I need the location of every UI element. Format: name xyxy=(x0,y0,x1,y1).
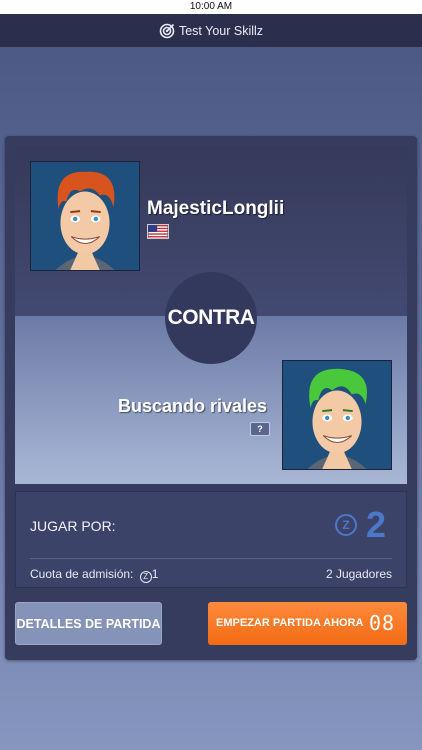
countdown-timer: 08 xyxy=(369,611,396,635)
entry-fee: Cuota de admisión: Z1 xyxy=(30,567,158,583)
player-avatar[interactable] xyxy=(30,161,140,271)
opponent-avatar xyxy=(282,360,392,470)
prize-panel: JUGAR POR: Z 2 Cuota de admisión: Z1 2 J… xyxy=(15,491,407,588)
match-card: MajesticLonglii CONTRA Buscando rivales … xyxy=(5,136,417,660)
app-header: Test Your Skillz xyxy=(0,14,422,47)
divider xyxy=(30,558,392,559)
z-coin-icon: Z xyxy=(335,514,357,536)
versus-badge: CONTRA xyxy=(165,272,257,364)
match-details-button[interactable]: DETALLES DE PARTIDA xyxy=(15,602,162,645)
us-flag-icon xyxy=(147,224,169,239)
entry-fee-value: 1 xyxy=(151,567,159,581)
unknown-rank-badge: ? xyxy=(250,422,270,436)
entry-fee-label: Cuota de admisión: xyxy=(30,567,134,581)
z-coin-small-icon: Z xyxy=(139,571,152,583)
player-name: MajesticLonglii xyxy=(147,198,285,219)
prize-amount: 2 xyxy=(366,504,387,545)
play-for-label: JUGAR POR: xyxy=(30,518,116,534)
start-match-button[interactable]: EMPEZAR PARTIDA AHORA 08 xyxy=(208,602,407,645)
status-time: 10:00 AM xyxy=(189,1,233,12)
target-icon xyxy=(159,23,175,38)
app-title: Test Your Skillz xyxy=(178,23,264,38)
player-count: 2 Jugadores xyxy=(325,567,392,581)
status-bar: 10:00 AM xyxy=(0,0,422,14)
opponent-status: Buscando rivales xyxy=(118,396,268,416)
start-match-label: EMPEZAR PARTIDA AHORA xyxy=(216,617,364,629)
